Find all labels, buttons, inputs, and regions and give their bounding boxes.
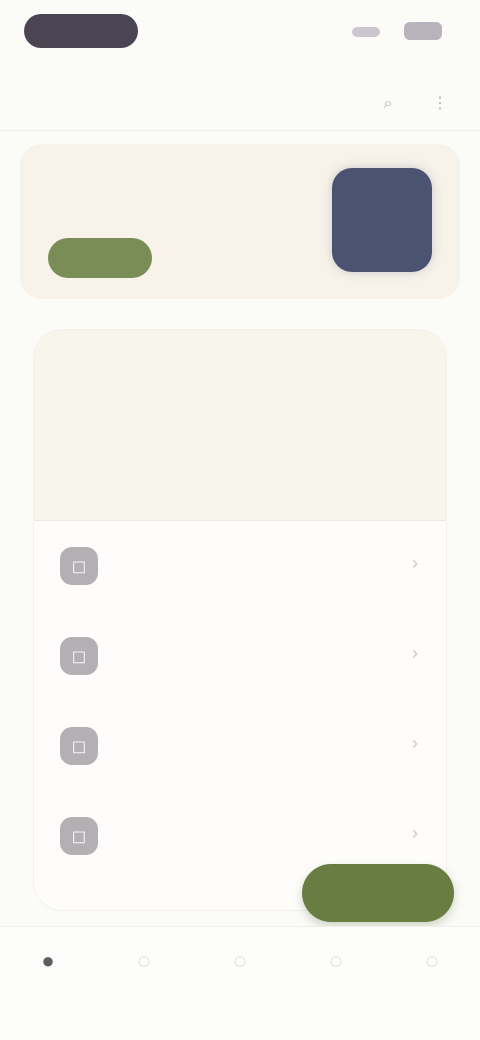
nav-item-home[interactable]: ● <box>0 949 96 1005</box>
sheet-hero <box>34 330 446 521</box>
floating-action-button[interactable] <box>302 864 454 922</box>
menu-item-1[interactable]: ◻ › <box>52 532 428 596</box>
nav-item-4[interactable]: ◌ <box>288 949 384 1005</box>
nav-item-5[interactable]: ◌ <box>384 949 480 1005</box>
menu-item-2[interactable]: ◻ › <box>52 622 428 686</box>
app-header: ⌕ ⋮ <box>0 84 480 131</box>
status-time-pill <box>24 14 138 48</box>
search-icon[interactable]: ⌕ <box>378 94 398 114</box>
item-2-icon: ◻ <box>60 637 98 675</box>
app-screen: ⌕ ⋮ ◻ › ◻ › ◻ › ◻ › ● ◌ ◌ ◌ ◌ <box>0 0 480 1040</box>
promo-card <box>20 144 460 299</box>
item-1-icon: ◻ <box>60 547 98 585</box>
tab-3-icon: ◌ <box>233 948 247 973</box>
chevron-right-icon: › <box>412 643 418 663</box>
main-sheet: ◻ › ◻ › ◻ › ◻ › <box>34 330 446 910</box>
nav-item-2[interactable]: ◌ <box>96 949 192 1005</box>
chevron-right-icon: › <box>412 823 418 843</box>
bottom-navigation: ● ◌ ◌ ◌ ◌ <box>0 926 480 1040</box>
signal-icon <box>352 27 380 37</box>
item-3-icon: ◻ <box>60 727 98 765</box>
menu-item-4[interactable]: ◻ › <box>52 802 428 866</box>
more-icon[interactable]: ⋮ <box>430 94 450 114</box>
tab-2-icon: ◌ <box>137 948 151 973</box>
chevron-right-icon: › <box>412 733 418 753</box>
item-4-icon: ◻ <box>60 817 98 855</box>
chevron-right-icon: › <box>412 553 418 573</box>
promo-image <box>332 168 432 272</box>
promo-action-button[interactable] <box>48 238 152 278</box>
status-bar <box>0 0 480 70</box>
battery-icon <box>404 22 442 40</box>
tab-4-icon: ◌ <box>329 948 343 973</box>
menu-item-3[interactable]: ◻ › <box>52 712 428 776</box>
tab-5-icon: ◌ <box>425 948 439 973</box>
nav-item-3[interactable]: ◌ <box>192 949 288 1005</box>
home-icon: ● <box>41 948 55 973</box>
